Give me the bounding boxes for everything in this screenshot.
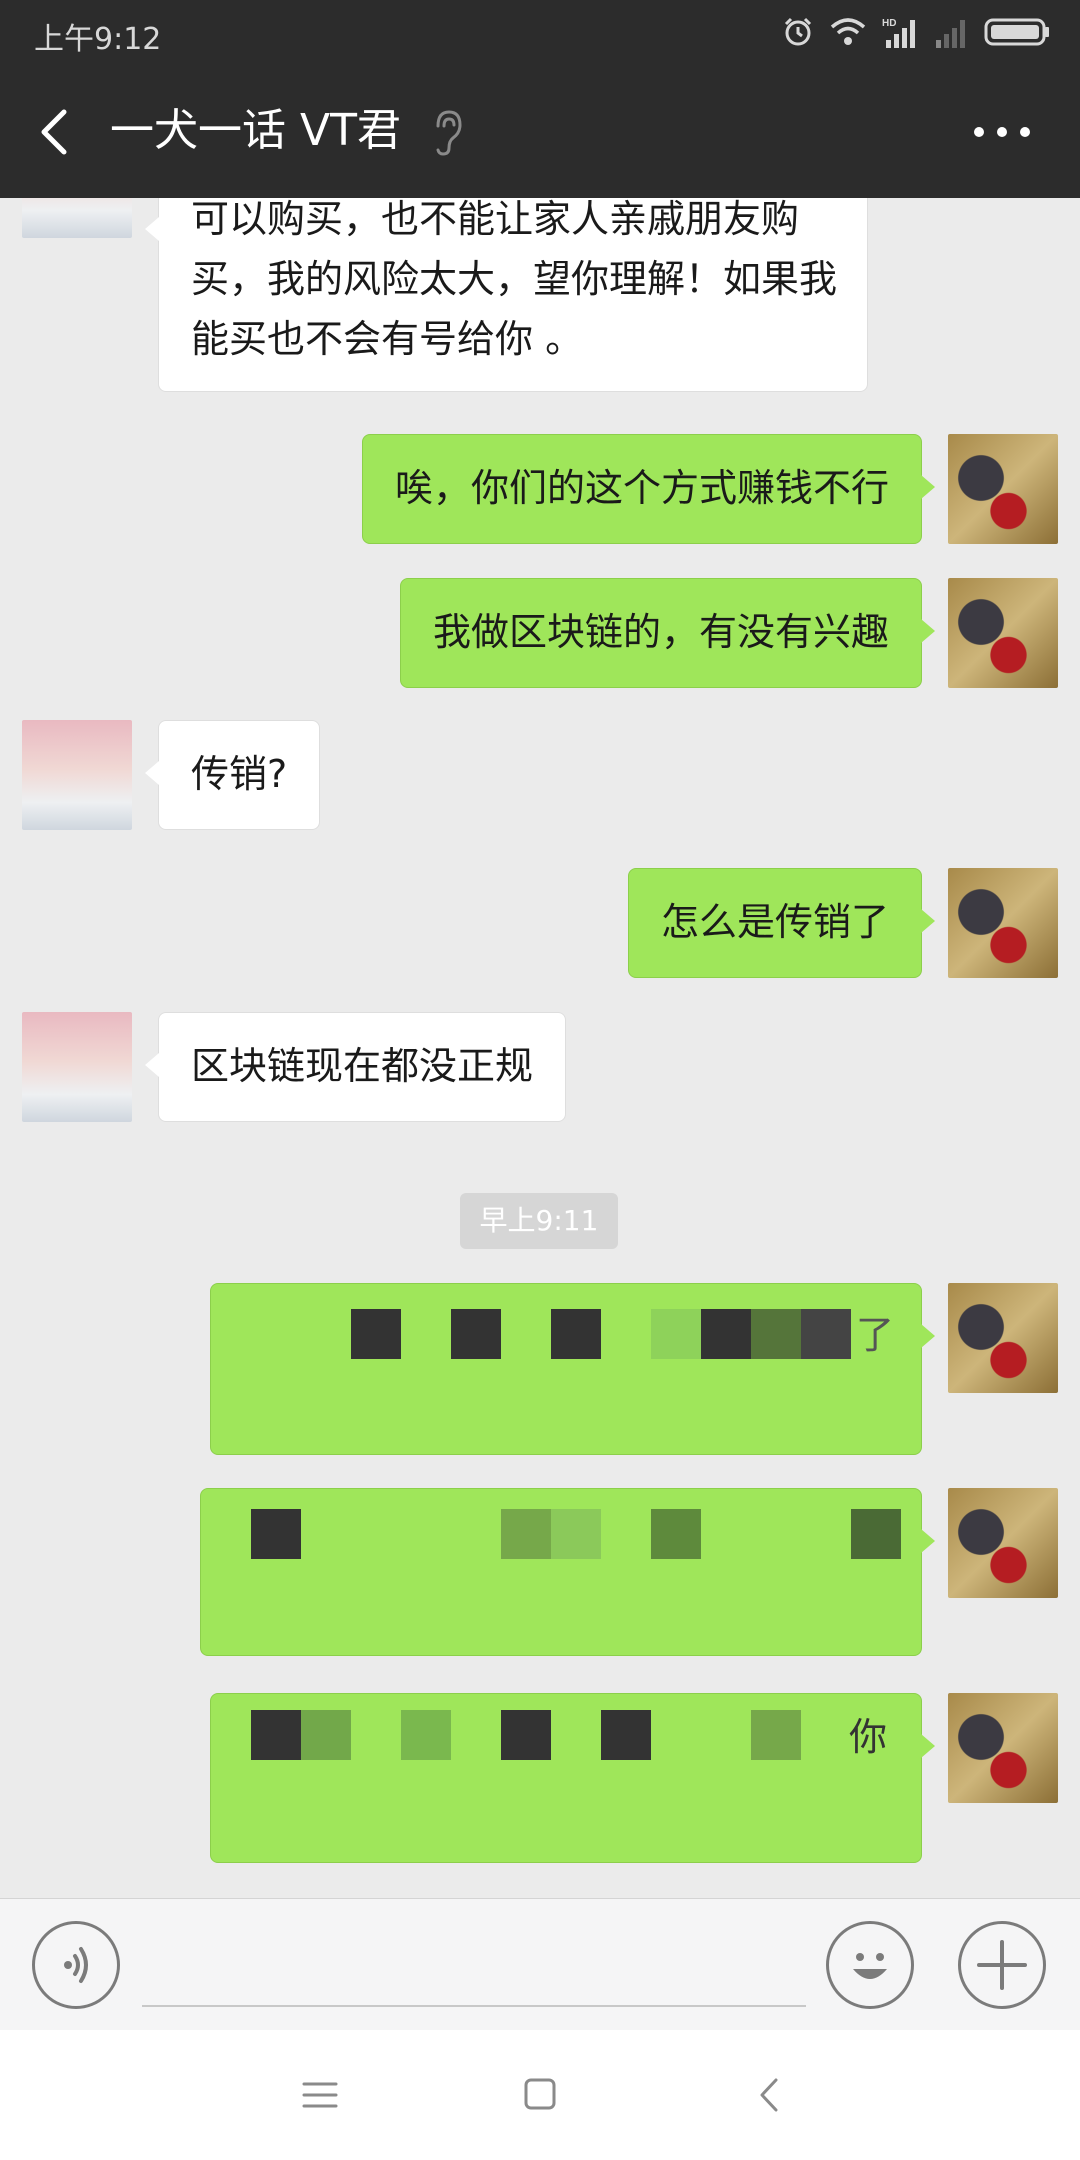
message-bubble-outgoing[interactable]: 唉，你们的这个方式赚钱不行 — [361, 434, 936, 544]
hd-label: HD — [882, 18, 896, 29]
pixelation-block — [551, 1509, 601, 1559]
menu-icon — [302, 2082, 338, 2108]
input-bar — [0, 1898, 1080, 2030]
home-button[interactable] — [510, 2070, 570, 2120]
alarm-icon — [782, 16, 814, 48]
pixelation-block — [751, 1710, 801, 1760]
pixelation-block — [701, 1309, 751, 1359]
my-avatar[interactable] — [948, 1693, 1058, 1803]
pixelation-block — [651, 1509, 701, 1559]
battery-icon — [984, 17, 1050, 47]
emoji-button[interactable] — [826, 1921, 914, 2009]
voice-icon — [64, 1947, 88, 1983]
pixelation-block — [651, 1309, 701, 1359]
message-text: 唉，你们的这个方式赚钱不行 — [394, 466, 889, 510]
nav-back-button[interactable] — [740, 2070, 800, 2120]
more-button[interactable] — [974, 122, 1030, 142]
emoji-icon — [853, 1953, 887, 1979]
status-time: 上午9:12 — [34, 22, 162, 57]
message-text: 你 — [849, 1715, 888, 1759]
pixelation-block — [551, 1309, 601, 1359]
message-bubble-outgoing-pixelated[interactable] — [200, 1488, 935, 1656]
pixelation-block — [851, 1509, 901, 1559]
signal-icon — [934, 16, 968, 48]
message-bubble-incoming[interactable]: 区块链现在都没正规 — [144, 1012, 567, 1122]
back-icon — [760, 2078, 778, 2112]
my-avatar[interactable] — [948, 434, 1058, 544]
pixelation-block — [601, 1710, 651, 1760]
back-button[interactable] — [30, 102, 80, 162]
plus-icon — [977, 1940, 1027, 1990]
my-avatar[interactable] — [948, 868, 1058, 978]
message-text: 可以购买，也不能让家人亲戚朋友购买，我的风险太大，望你理解！如果我能买也不会有号… — [191, 198, 838, 361]
pixelation-block — [801, 1309, 851, 1359]
menu-button[interactable] — [290, 2070, 350, 2120]
contact-avatar[interactable] — [22, 720, 132, 830]
pixelation-block — [301, 1710, 351, 1760]
message-bubble-outgoing[interactable]: 我做区块链的，有没有兴趣 — [399, 578, 936, 688]
hd-signal-icon: HD — [882, 16, 918, 48]
message-text: 了 — [856, 1313, 895, 1357]
home-icon — [524, 2078, 556, 2110]
pixelation-block — [351, 1309, 401, 1359]
message-text: 区块链现在都没正规 — [191, 1044, 534, 1088]
chat-area[interactable]: 可以购买，也不能让家人亲戚朋友购买，我的风险太大，望你理解！如果我能买也不会有号… — [0, 198, 1080, 1898]
message-bubble-incoming[interactable]: 可以购买，也不能让家人亲戚朋友购买，我的风险太大，望你理解！如果我能买也不会有号… — [145, 198, 868, 392]
message-bubble-incoming[interactable]: 传销? — [144, 720, 321, 830]
status-bar: 上午9:12 HD — [0, 0, 1080, 64]
ear-icon — [432, 108, 464, 158]
pixelation-block — [501, 1509, 551, 1559]
pixelation-block — [501, 1710, 551, 1760]
plus-button[interactable] — [958, 1921, 1046, 2009]
my-avatar[interactable] — [948, 1488, 1058, 1598]
wifi-icon — [830, 17, 866, 47]
system-nav-bar — [0, 2030, 1080, 2160]
message-text: 传销? — [191, 752, 288, 796]
message-timestamp: 早上9:11 — [460, 1193, 618, 1249]
contact-avatar[interactable] — [22, 198, 132, 238]
chat-header: 一犬一话 VT君 — [0, 64, 1080, 198]
dot — [1020, 127, 1030, 137]
contact-avatar[interactable] — [22, 1012, 132, 1122]
message-bubble-outgoing-pixelated[interactable]: 你 — [210, 1693, 935, 1863]
dot — [997, 127, 1007, 137]
pixelation-block — [251, 1509, 301, 1559]
message-bubble-outgoing-pixelated[interactable]: 了 — [210, 1283, 935, 1455]
status-icons: HD — [782, 14, 1050, 50]
voice-button[interactable] — [32, 1921, 120, 2009]
message-text: 我做区块链的，有没有兴趣 — [432, 610, 889, 654]
my-avatar[interactable] — [948, 1283, 1058, 1393]
pixelation-block — [251, 1710, 301, 1760]
message-bubble-outgoing[interactable]: 怎么是传销了 — [627, 868, 936, 978]
message-text: 怎么是传销了 — [660, 900, 889, 944]
pixelation-block — [751, 1309, 801, 1359]
pixelation-block — [451, 1309, 501, 1359]
chat-title: 一犬一话 VT君 — [110, 105, 401, 156]
my-avatar[interactable] — [948, 578, 1058, 688]
dot — [974, 127, 984, 137]
message-input[interactable] — [142, 1927, 806, 2007]
pixelation-block — [401, 1710, 451, 1760]
chevron-left-icon — [41, 109, 67, 155]
